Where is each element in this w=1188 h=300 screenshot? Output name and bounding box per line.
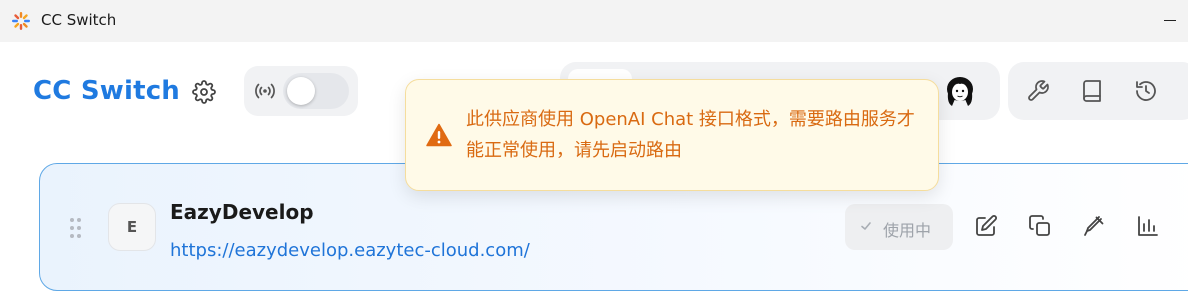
provider-avatar: E [108,203,156,251]
check-icon [861,222,871,230]
signal-icon [255,83,275,99]
toolbar-right [1008,62,1188,120]
wrench-icon[interactable] [1026,79,1050,103]
toast-message: 此供应商使用 OpenAI Chat 接口格式，需要路由服务才能正常使用，请先启… [466,109,915,161]
minimize-button[interactable] [1164,20,1176,21]
window-titlebar: CC Switch [0,0,1188,42]
avatar-icon[interactable] [945,75,975,107]
edit-icon[interactable] [974,214,998,238]
warning-toast: 此供应商使用 OpenAI Chat 接口格式，需要路由服务才能正常使用，请先启… [405,79,939,191]
proxy-switch[interactable] [283,73,349,109]
in-use-label: 使用中 [883,221,932,240]
app-brand: CC Switch [33,76,181,106]
usage-chart-icon[interactable] [1136,214,1160,238]
copy-icon[interactable] [1028,214,1052,238]
window-title: CC Switch [41,11,117,29]
warning-icon [426,123,452,147]
avatar-letter: E [126,218,138,236]
gear-icon[interactable] [192,80,216,104]
drag-handle-icon[interactable] [70,218,82,238]
switch-knob [287,77,315,105]
history-icon[interactable] [1134,79,1158,103]
proxy-toggle-group [244,66,358,116]
app-logo-icon [12,12,30,30]
test-icon[interactable] [1082,214,1106,238]
provider-name: EazyDevelop [170,200,314,224]
book-icon[interactable] [1080,79,1104,103]
provider-url[interactable]: https://eazydevelop.eazytec-cloud.com/ [170,240,530,261]
in-use-button[interactable]: 使用中 [845,204,953,250]
